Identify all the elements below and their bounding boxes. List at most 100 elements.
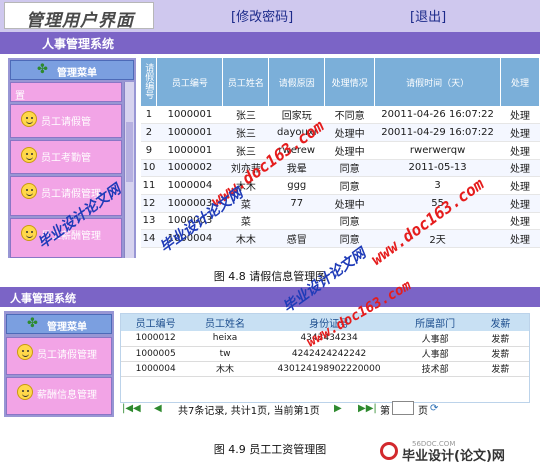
sidebar-item-label: 员工薪酬管理 bbox=[41, 231, 101, 242]
table-cell[interactable]: 处理 bbox=[500, 176, 540, 195]
table-cell: heixa bbox=[190, 331, 260, 347]
salary-table-container: 员工编号 员工姓名 身份证号 所属部门 发薪 1000012 heixa 43434… bbox=[120, 313, 530, 403]
sidebar-item-settings[interactable]: 置 bbox=[10, 82, 122, 102]
system-title-bar: 人事管理系统 bbox=[0, 32, 540, 54]
table-row[interactable]: 1 1000001 张三 回家玩 不同意 20011-04-26 16:07:22 处理 bbox=[141, 106, 540, 125]
leave-table-container: 请假编号 员工编号 员工姓名 请假原因 处理情况 请假时间（天） 处理 1 100… bbox=[141, 58, 540, 248]
table-cell: 2 bbox=[141, 123, 157, 142]
table-cell: 张三 bbox=[222, 123, 269, 142]
brand-ring-icon bbox=[380, 442, 398, 460]
table-cell: 1000004 bbox=[156, 176, 223, 195]
table-cell: 1000001 bbox=[156, 141, 223, 160]
table-cell: 同意 bbox=[324, 229, 375, 248]
table-cell: 14 bbox=[141, 229, 157, 248]
table-cell: 同意 bbox=[324, 212, 375, 231]
table-cell: 1000004 bbox=[156, 229, 223, 248]
leave-table: 请假编号 员工编号 员工姓名 请假原因 处理情况 请假时间（天） 处理 1 100… bbox=[141, 58, 540, 248]
sidebar-item-leave-manage[interactable]: 员工请假管理 bbox=[10, 176, 122, 216]
brand-big-text: 毕业设计(论文)网 bbox=[402, 449, 505, 464]
table-row[interactable]: 1000005 tw 4242424242242 人事部 发薪 bbox=[121, 346, 529, 362]
logout-link[interactable]: [退出] bbox=[410, 6, 446, 25]
table-cell: 人事部 bbox=[398, 346, 472, 362]
table-cell: 同意 bbox=[324, 176, 375, 195]
table-cell: 1000003 bbox=[156, 194, 223, 213]
table-cell: 菜 bbox=[222, 212, 269, 231]
table-cell[interactable]: 处理 bbox=[500, 212, 540, 231]
sidebar-item-salary[interactable]: 员工薪酬管理 bbox=[10, 218, 122, 258]
sidebar-scrollbar[interactable] bbox=[124, 82, 134, 258]
column-header: 处理 bbox=[500, 58, 540, 106]
smiley-icon bbox=[17, 384, 33, 400]
table-cell: 9 bbox=[141, 141, 157, 160]
table-header-row: 员工编号 员工姓名 身份证号 所属部门 发薪 bbox=[121, 314, 529, 331]
table-cell: 1000004 bbox=[121, 361, 191, 377]
table-cell: 张三 bbox=[222, 106, 269, 125]
table-cell: 1000002 bbox=[156, 159, 223, 178]
sidebar-item-label: 置 bbox=[15, 91, 25, 102]
table-row[interactable]: 12 1000003 菜 77 处理中 55 处理 bbox=[141, 194, 540, 213]
pagination-bar: |◀◀ ◀ 共7条记录, 共计1页, 当前第1页 ▶ ▶▶| 第 页 ⟳ bbox=[120, 399, 530, 419]
next-page-icon[interactable]: ▶ bbox=[334, 403, 342, 414]
table-row[interactable]: 10 1000002 刘亦菲 我晕 同意 2011-05-13 处理 bbox=[141, 159, 540, 178]
sidebar-item-label: 员工请假管理 bbox=[41, 189, 101, 200]
column-header: 员工姓名 bbox=[222, 58, 270, 106]
top-header-bar: 管理用户界面 [修改密码] [退出] bbox=[0, 0, 540, 32]
table-cell: 木木 bbox=[190, 361, 260, 377]
sidebar-item-salary[interactable]: 薪酬信息管理 bbox=[6, 377, 112, 415]
table-cell: 处理中 bbox=[324, 141, 375, 160]
table-row[interactable]: 2 1000001 张三 dayouxi 处理中 20011-04-29 16:07:22… bbox=[141, 123, 540, 142]
column-header: 身份证号 bbox=[259, 314, 399, 331]
menu-header-label: 管理菜单 bbox=[47, 322, 87, 333]
scrollbar-thumb[interactable] bbox=[126, 122, 133, 182]
table-cell[interactable]: 处理 bbox=[500, 106, 540, 125]
table-row[interactable]: 13 1000003 菜 同意 处理 bbox=[141, 212, 540, 231]
menu-header[interactable]: ✤ 管理菜单 bbox=[10, 60, 134, 80]
table-cell: 回家玩 bbox=[268, 106, 325, 125]
table-cell: 1000003 bbox=[156, 212, 223, 231]
page-number-input[interactable] bbox=[392, 401, 414, 415]
table-cell: 430124198902220000 bbox=[259, 361, 399, 377]
change-password-link[interactable]: [修改密码] bbox=[231, 6, 293, 25]
table-cell: 1000001 bbox=[156, 106, 223, 125]
table-row[interactable]: 9 1000001 张三 rwerew 处理中 rwerwerqw 处理 bbox=[141, 141, 540, 160]
column-header: 处理情况 bbox=[324, 58, 376, 106]
table-row[interactable]: 11 1000004 木木 ggg 同意 3 处理 bbox=[141, 176, 540, 195]
column-header: 请假编号 bbox=[141, 58, 158, 106]
last-page-icon[interactable]: ▶▶| bbox=[358, 403, 377, 414]
table-cell[interactable]: 发薪 bbox=[471, 331, 529, 347]
sidebar-menu: ✤ 管理菜单 员工请假管理 薪酬信息管理 bbox=[4, 311, 114, 417]
table-cell bbox=[268, 212, 325, 231]
table-cell: rwerew bbox=[268, 141, 325, 160]
table-cell[interactable]: 发薪 bbox=[471, 346, 529, 362]
table-row[interactable]: 1000012 heixa 4343434234 人事部 发薪 bbox=[121, 331, 529, 347]
menu-header[interactable]: ✤ 管理菜单 bbox=[6, 314, 112, 334]
table-row[interactable]: 14 1000004 木木 感冒 同意 2天 处理 bbox=[141, 229, 540, 248]
table-row[interactable]: 1000004 木木 430124198902220000 技术部 发薪 bbox=[121, 361, 529, 377]
column-header: 员工编号 bbox=[121, 314, 191, 331]
table-cell: 20011-04-26 16:07:22 bbox=[374, 106, 501, 125]
clover-icon: ✤ bbox=[37, 62, 48, 77]
table-cell: 10 bbox=[141, 159, 157, 178]
table-cell: 55 bbox=[374, 194, 501, 213]
sidebar-item-leave-manage[interactable]: 员工请假管理 bbox=[6, 337, 112, 375]
sidebar-item-attendance[interactable]: 员工考勤管 bbox=[10, 140, 122, 174]
prev-page-icon[interactable]: ◀ bbox=[154, 403, 162, 414]
table-cell[interactable]: 处理 bbox=[500, 229, 540, 248]
table-cell[interactable]: 处理 bbox=[500, 194, 540, 213]
table-cell[interactable]: 处理 bbox=[500, 159, 540, 178]
table-cell: 张三 bbox=[222, 141, 269, 160]
smiley-icon bbox=[21, 183, 37, 199]
menu-header-label: 管理菜单 bbox=[57, 68, 97, 79]
table-cell[interactable]: 发薪 bbox=[471, 361, 529, 377]
sidebar-item-leave[interactable]: 员工请假管 bbox=[10, 104, 122, 138]
refresh-icon[interactable]: ⟳ bbox=[430, 403, 438, 414]
figure-salary-management: 人事管理系统 ✤ 管理菜单 员工请假管理 薪酬信息管理 员工编号 员工姓名 身份… bbox=[0, 287, 540, 437]
table-cell[interactable]: 处理 bbox=[500, 141, 540, 160]
table-cell: 处理中 bbox=[324, 194, 375, 213]
table-cell: 木木 bbox=[222, 229, 269, 248]
table-cell: 2011-05-13 bbox=[374, 159, 501, 178]
table-cell[interactable]: 处理 bbox=[500, 123, 540, 142]
first-page-icon[interactable]: |◀◀ bbox=[122, 403, 141, 414]
table-cell: 1000001 bbox=[156, 123, 223, 142]
system-title: 人事管理系统 bbox=[10, 292, 76, 305]
